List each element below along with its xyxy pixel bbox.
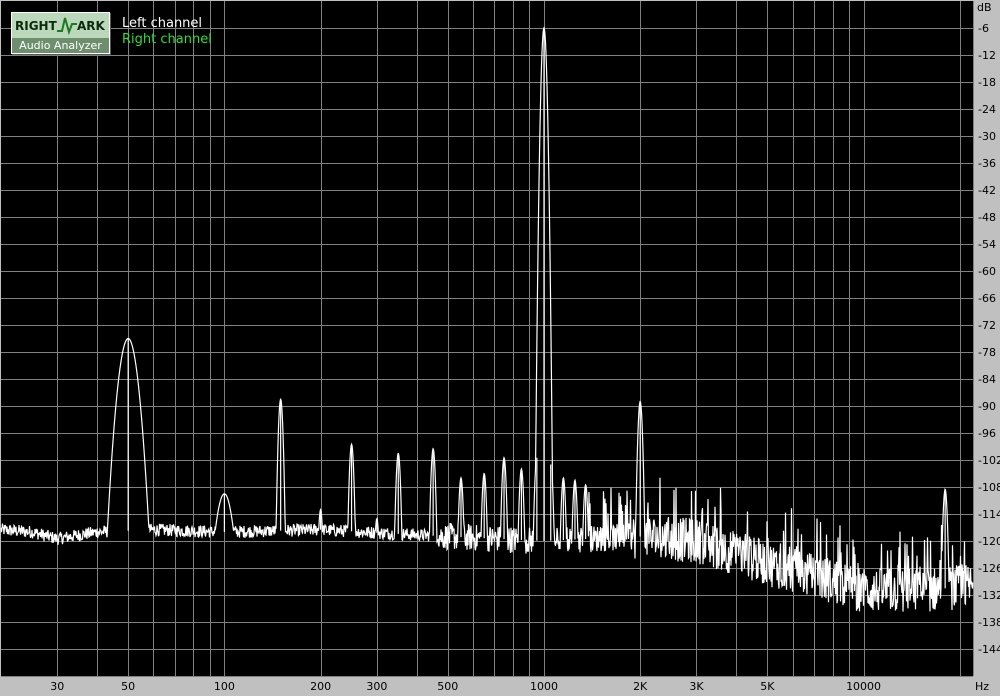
logo-word-ark: ARK [77,19,105,33]
x-tick-label: 2K [633,680,648,693]
x-tick-label: 100 [214,680,235,693]
y-tick-label: -90 [978,400,996,413]
x-tick-label: 50 [121,680,135,693]
y-tick-label: -72 [978,319,996,332]
x-tick-label: 10000 [846,680,881,693]
rmaa-logo: RIGHT ARK Audio Analyzer [11,12,110,54]
y-tick-label: -60 [978,265,996,278]
y-tick-label: -78 [978,346,996,359]
legend-right-channel: Right channel [122,32,212,47]
y-tick-label: -42 [978,184,996,197]
y-tick-label: -36 [978,157,996,170]
y-tick-label: -24 [978,103,996,116]
y-tick-label: -120 [978,535,1000,548]
x-tick-label: 500 [437,680,458,693]
y-tick-label: -48 [978,211,996,224]
y-tick-label: -132 [978,589,1000,602]
y-tick-label: -144 [978,643,1000,656]
y-tick-label: -66 [978,292,996,305]
y-tick-label: -84 [978,373,996,386]
y-tick-label: -18 [978,76,996,89]
legend-left-channel: Left channel [122,16,202,31]
spectrum-chart: -6 -12 -18 -24 -30 -36 -42 -48 -54 -60 -66 -72 -78 -8… [0,0,1000,696]
x-tick-label: 200 [310,680,331,693]
y-tick-label: -102 [978,454,1000,467]
y-tick-label: -126 [978,562,1000,575]
x-tick-label: 5K [760,680,775,693]
y-tick-label: -54 [978,238,996,251]
logo-word-right: RIGHT [15,19,57,33]
x-axis-unit: Hz [975,680,989,693]
y-tick-label: -114 [978,508,1000,521]
x-tick-label: 300 [366,680,387,693]
y-tick-label: -6 [978,22,989,35]
logo-title: RIGHT ARK [12,13,109,37]
x-tick-label: 30 [50,680,64,693]
x-tick-label: 3K [689,680,704,693]
y-tick-label: -96 [978,427,996,440]
y-tick-label: -138 [978,616,1000,629]
waveform-icon [57,17,77,35]
x-tick-label: 1000 [530,680,558,693]
logo-subtitle: Audio Analyzer [12,38,109,53]
y-axis-unit: dB [977,1,992,14]
y-tick-label: -30 [978,130,996,143]
y-tick-label: -108 [978,481,1000,494]
y-tick-label: -12 [978,49,996,62]
